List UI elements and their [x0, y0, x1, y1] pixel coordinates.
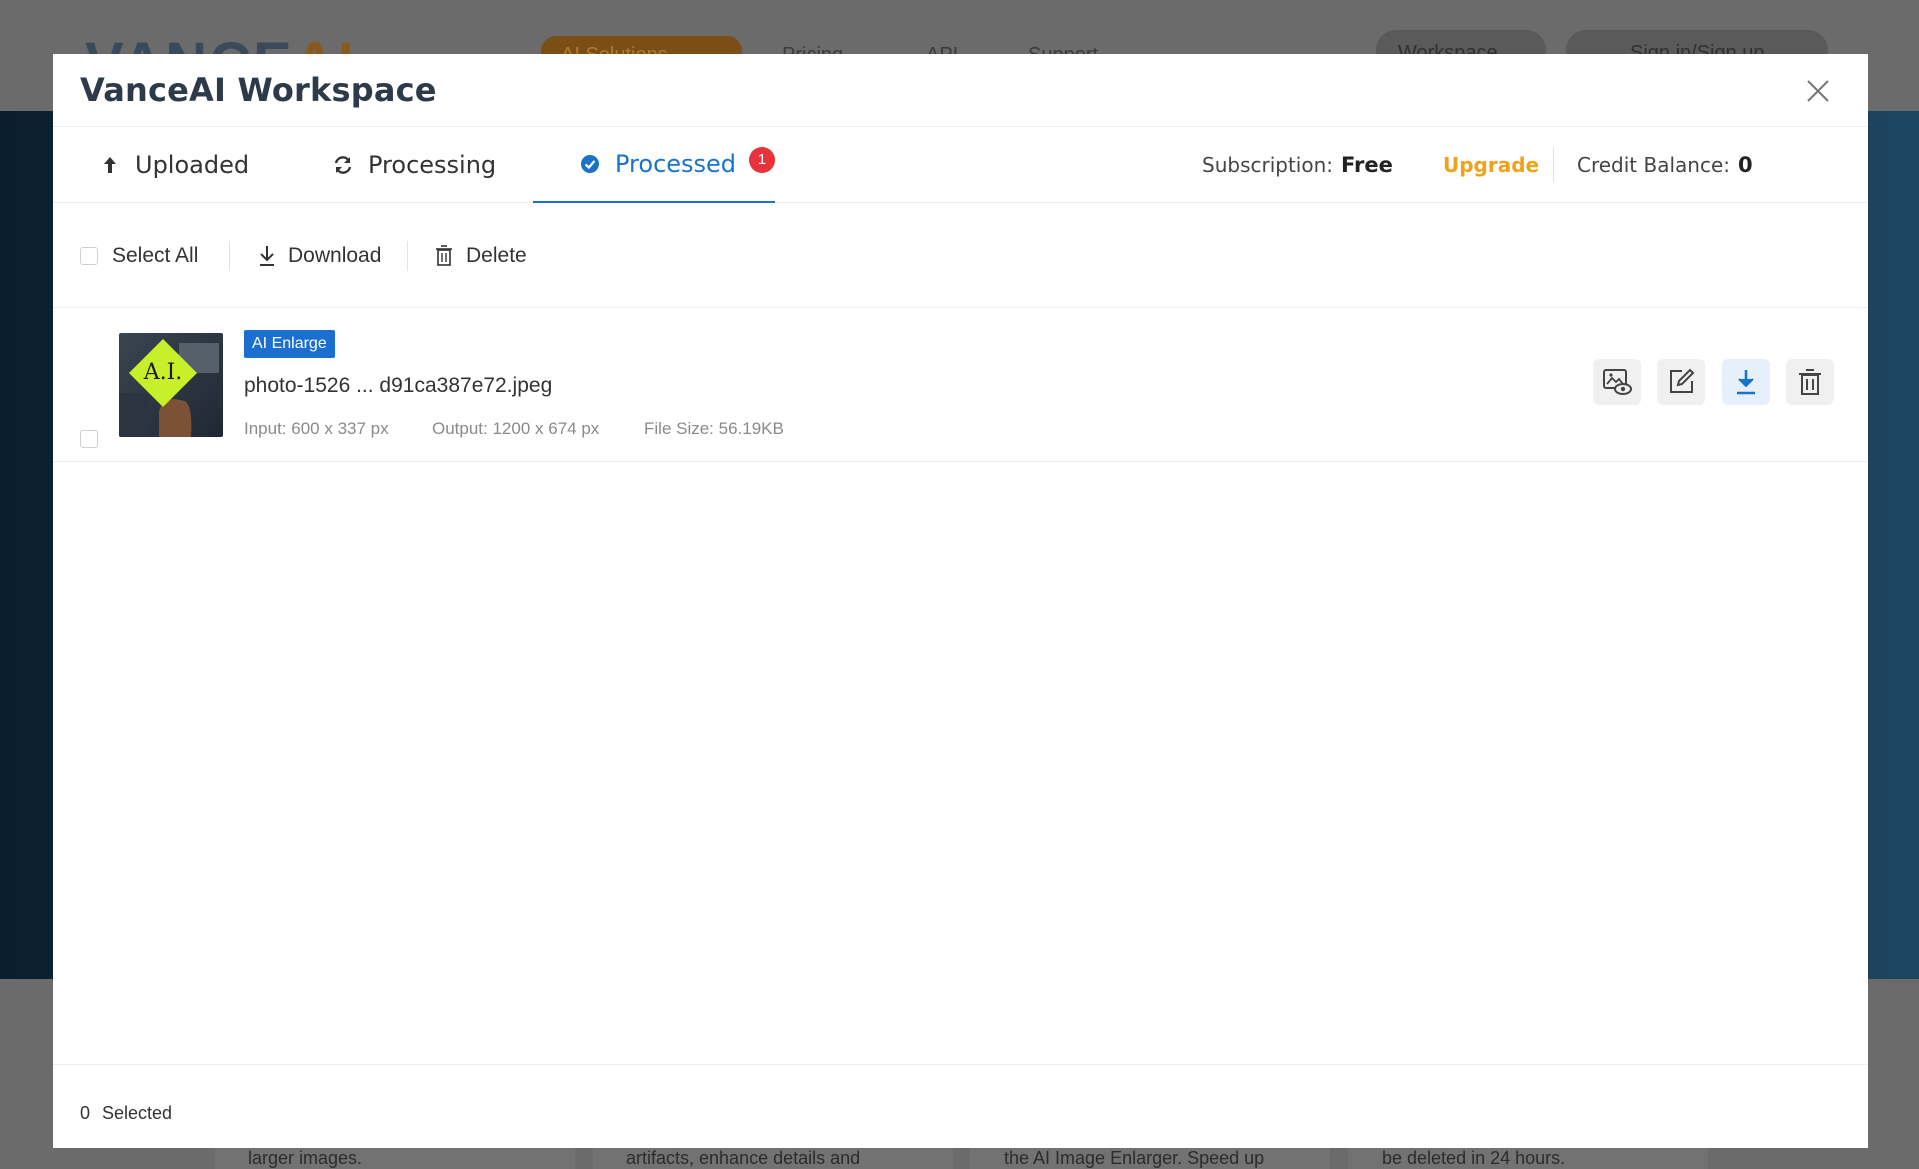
- close-icon: [1807, 80, 1829, 102]
- processed-count-badge: 1: [749, 147, 775, 173]
- select-all[interactable]: Select All: [80, 203, 198, 308]
- file-input-size: Input: 600 x 337 px: [244, 419, 389, 438]
- credit-value: 0: [1738, 153, 1753, 177]
- selected-label: Selected: [102, 1103, 173, 1123]
- download-label: Download: [288, 243, 382, 267]
- select-all-checkbox[interactable]: [80, 246, 98, 265]
- upgrade-link-wrap: Upgrade: [1443, 127, 1539, 203]
- select-all-label: Select All: [112, 243, 199, 267]
- refresh-icon: [332, 154, 354, 176]
- trash-icon: [436, 244, 452, 266]
- file-row-checkbox[interactable]: [80, 430, 98, 448]
- download-icon: [1737, 370, 1755, 395]
- edit-button[interactable]: [1657, 359, 1705, 405]
- file-row: A.I. AI Enlarge photo-1526 ... d91ca387e…: [53, 308, 1868, 462]
- tab-uploaded-label: Uploaded: [135, 151, 250, 179]
- tab-processed[interactable]: Processed: [533, 127, 775, 203]
- ai-enlarge-tag: AI Enlarge: [244, 330, 335, 358]
- tab-uploaded[interactable]: Uploaded: [99, 127, 249, 203]
- tab-processed-label: Processed: [615, 150, 737, 178]
- modal-title: VanceAI Workspace: [80, 71, 437, 109]
- workspace-modal: VanceAI Workspace Uploaded Processing Pr…: [53, 54, 1868, 1148]
- subscription-value: Free: [1341, 153, 1393, 177]
- selected-count: 0: [80, 1103, 91, 1123]
- modal-header: VanceAI Workspace: [53, 54, 1868, 127]
- background-card-text: larger images.: [248, 1148, 363, 1168]
- subscription-info: Subscription: Free: [1202, 127, 1393, 203]
- bulk-toolbar: Select All Download Delete: [53, 203, 1868, 308]
- toolbar-divider: [229, 241, 230, 271]
- trash-icon: [1799, 369, 1821, 395]
- edit-icon: [1670, 368, 1695, 393]
- background-card-text: artifacts, enhance details and: [626, 1148, 861, 1168]
- tab-processing[interactable]: Processing: [332, 127, 496, 203]
- modal-footer: 0 Selected: [53, 1064, 1868, 1148]
- subscription-divider: [1553, 127, 1554, 203]
- file-size: File Size: 56.19KB: [644, 419, 784, 438]
- thumbnail-text: A.I.: [143, 360, 183, 385]
- download-button[interactable]: [1722, 359, 1770, 405]
- check-circle-icon: [579, 153, 601, 175]
- background-card-text: be deleted in 24 hours.: [1382, 1148, 1566, 1168]
- close-button[interactable]: [1802, 75, 1834, 107]
- background-card-text: the AI Image Enlarger. Speed up: [1004, 1148, 1265, 1168]
- file-thumbnail[interactable]: A.I.: [119, 333, 223, 437]
- credit-balance: Credit Balance: 0: [1577, 127, 1753, 203]
- image-preview-icon: [1603, 369, 1632, 395]
- credit-label: Credit Balance:: [1577, 153, 1731, 177]
- file-output-size: Output: 1200 x 674 px: [432, 419, 600, 438]
- delete-label: Delete: [466, 243, 527, 267]
- toolbar-divider: [407, 241, 408, 271]
- download-icon: [260, 245, 274, 266]
- delete-all-button[interactable]: Delete: [434, 203, 527, 308]
- upgrade-link[interactable]: Upgrade: [1443, 153, 1539, 177]
- preview-button[interactable]: [1593, 359, 1641, 405]
- file-name: photo-1526 ... d91ca387e72.jpeg: [244, 374, 553, 397]
- tab-processing-label: Processing: [368, 151, 497, 179]
- upload-arrow-icon: [99, 154, 121, 176]
- download-all-button[interactable]: Download: [256, 203, 381, 308]
- tabs-bar: Uploaded Processing Processed 1 Subscrip…: [53, 127, 1868, 203]
- delete-button[interactable]: [1786, 359, 1834, 405]
- subscription-label: Subscription:: [1202, 153, 1334, 177]
